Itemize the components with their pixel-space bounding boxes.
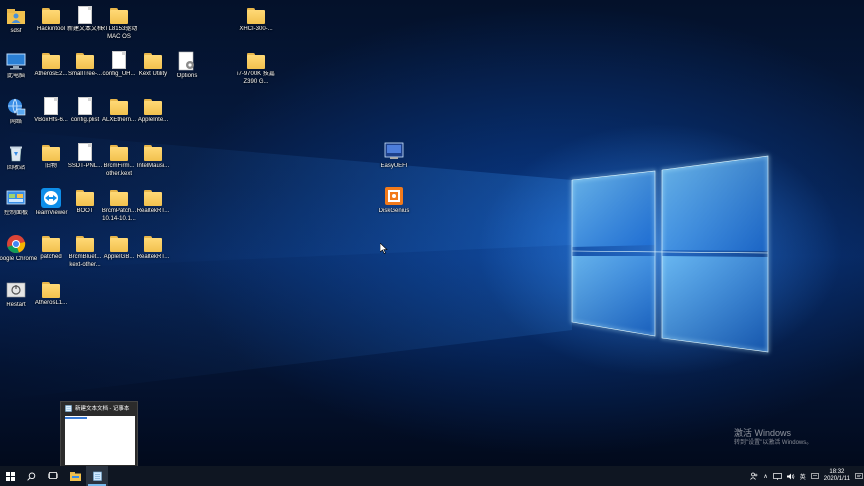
folder-icon (110, 99, 128, 115)
search-button[interactable] (20, 466, 42, 486)
taskbar: ∧ 英 18:32 2020/1/11 (0, 466, 864, 486)
volume-icon[interactable] (786, 473, 795, 480)
folder-icon (76, 53, 94, 69)
notification-icon (855, 472, 863, 479)
taskbar-file-explorer[interactable] (64, 466, 86, 486)
folder-icon (76, 236, 94, 252)
desktop-icon-label: Options (176, 73, 198, 79)
desktop-icon-label: i7-9700K 技嘉 Z390 G... (237, 71, 275, 85)
start-button[interactable] (0, 466, 20, 486)
desktop-icon-label: IntelMausi... (136, 163, 170, 169)
document-icon (78, 143, 92, 161)
action-center-button[interactable] (854, 466, 864, 486)
document-icon (112, 51, 126, 69)
clock-date: 2020/1/11 (823, 476, 850, 482)
desktop-icon-atherosl1[interactable]: AtherosL1... (29, 278, 73, 322)
folder-icon (144, 99, 162, 115)
network-globe-icon (8, 98, 26, 116)
windows-logo-icon (5, 471, 15, 481)
restart-icon (6, 282, 26, 298)
desktop-icon-i7-9700k[interactable]: i7-9700K 技嘉 Z390 G... (234, 49, 278, 93)
notepad-icon (65, 404, 72, 412)
options-icon (178, 51, 194, 71)
control-panel-icon (6, 190, 26, 205)
desktop-icon-label: XHCI-300-... (239, 26, 273, 32)
desktop-icon-label: EasyUEFI (380, 163, 408, 169)
activation-watermark-subtitle: 转到"设置"以激活 Windows。 (734, 440, 813, 446)
preview-content (65, 416, 135, 465)
search-icon (26, 472, 35, 481)
desktop-icon-label: RealtekRT... (136, 254, 170, 260)
tray-chevron-up-icon[interactable]: ∧ (763, 473, 767, 480)
desktop-icon-label: DiskGenius (378, 208, 410, 214)
desktop-icon-xhci[interactable]: XHCI-300-... (234, 4, 278, 48)
document-icon (44, 97, 58, 115)
diskgenius-icon (385, 187, 403, 205)
desktop-icon-rtl8153[interactable]: RTL8153驱动 MAC OS (97, 4, 141, 48)
desktop-icon-diskgenius[interactable]: DiskGenius (372, 184, 416, 228)
document-icon (78, 97, 92, 115)
folder-icon (144, 236, 162, 252)
zip-folder-icon (247, 53, 265, 69)
folder-icon (76, 190, 94, 206)
folder-icon (144, 53, 162, 69)
input-language-indicator[interactable]: 英 (800, 472, 806, 481)
computer-icon (6, 53, 26, 70)
teamviewer-icon (41, 188, 61, 208)
folder-icon (110, 236, 128, 252)
desktop-icon-label: AppleInte... (137, 117, 169, 123)
taskbar-clock[interactable]: 18:32 2020/1/11 (824, 469, 850, 483)
desktop-icon-label: RealtekRT... (136, 208, 170, 214)
task-view-icon (48, 472, 58, 479)
folder-icon (69, 471, 81, 481)
user-folder-icon (7, 9, 25, 24)
network-ethernet-icon[interactable] (772, 472, 782, 480)
desktop-icon-label: RTL8153驱动 MAC OS (100, 26, 138, 40)
people-icon[interactable] (750, 472, 758, 480)
zip-folder-icon (247, 8, 265, 24)
folder-icon (110, 190, 128, 206)
desktop-icon-easyuefi[interactable]: EasyUEFI (372, 139, 416, 183)
mouse-cursor-icon (380, 243, 388, 254)
desktop-icon-appleinte[interactable]: AppleInte... (131, 95, 175, 139)
taskbar-notepad[interactable] (86, 466, 108, 486)
folder-icon (42, 236, 60, 252)
zip-folder-icon (110, 8, 128, 24)
clock-time: 18:32 (829, 469, 845, 475)
desktop-icon-options[interactable]: Options (165, 49, 209, 93)
desktop-icon-realtekrt-2[interactable]: RealtekRT... (131, 232, 175, 276)
notepad-taskbar-preview[interactable]: 新建文本文档 - 记事本 (60, 401, 138, 466)
folder-icon (42, 53, 60, 69)
folder-icon (42, 145, 60, 161)
task-view-button[interactable] (42, 466, 64, 486)
recycle-bin-icon (10, 146, 22, 162)
desktop-icon-realtekrt-1[interactable]: RealtekRT... (131, 186, 175, 230)
folder-icon (144, 190, 162, 206)
preview-title: 新建文本文档 - 记事本 (75, 406, 130, 412)
chrome-icon (7, 235, 26, 254)
folder-icon (144, 145, 162, 161)
folder-icon (110, 145, 128, 161)
desktop-icon-intelmausi[interactable]: IntelMausi... (131, 141, 175, 185)
input-method-icon[interactable] (810, 472, 819, 480)
document-icon (78, 6, 92, 24)
folder-icon (42, 8, 60, 24)
notepad-icon (92, 471, 102, 481)
system-tray: ∧ 英 18:32 2020/1/11 (750, 466, 850, 486)
desktop-icon-label: AtherosL1... (34, 300, 68, 306)
preview-title-bar: 新建文本文档 - 记事本 (61, 402, 137, 414)
desktop[interactable]: sdsf Hackintool 新建文本文档 RTL8153驱动 MAC OS XHCI… (0, 0, 864, 466)
folder-icon (42, 282, 60, 298)
easyuefi-icon (384, 142, 404, 159)
